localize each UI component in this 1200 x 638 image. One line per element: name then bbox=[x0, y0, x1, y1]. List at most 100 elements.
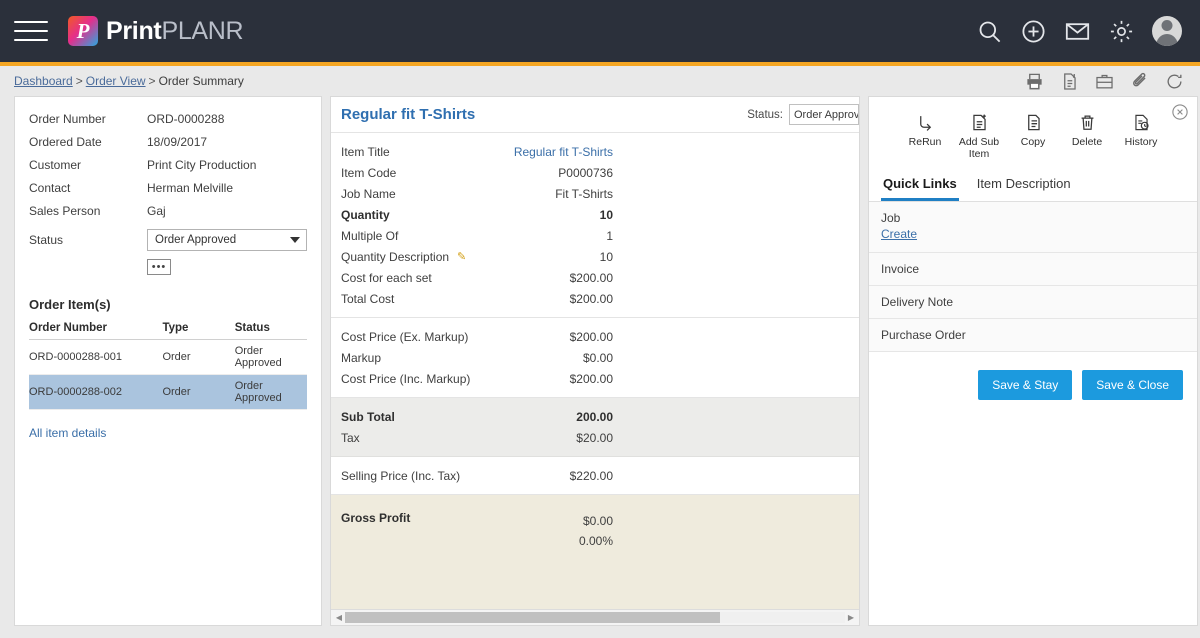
brand-logo[interactable]: P PrintPLANR bbox=[68, 16, 244, 46]
scrollbar-track[interactable] bbox=[345, 612, 845, 623]
detail-label: Quantity bbox=[341, 207, 390, 222]
item-status-select[interactable]: Order Approv bbox=[789, 104, 859, 125]
table-row[interactable]: ORD-0000288-001 Order Order Approved bbox=[29, 339, 307, 375]
settings-gear-icon[interactable] bbox=[1108, 18, 1135, 45]
rerun-button[interactable]: ReRun bbox=[903, 111, 947, 160]
detail-row: Cost for each set $200.00 bbox=[331, 267, 859, 288]
item-title-link[interactable]: Regular fit T-Shirts bbox=[493, 145, 613, 159]
cell-status: Order Approved bbox=[234, 374, 307, 410]
pencil-edit-icon[interactable]: ✎ bbox=[457, 250, 466, 263]
item-status-group: Status: Order Approv bbox=[747, 104, 859, 125]
item-status-label: Status: bbox=[747, 108, 783, 121]
field-label: Customer bbox=[29, 158, 82, 172]
scroll-left-arrow-icon[interactable]: ◀ bbox=[333, 613, 345, 622]
history-label: History bbox=[1124, 136, 1158, 148]
breadcrumb-current: Order Summary bbox=[158, 74, 244, 88]
cost-label: Cost Price (Inc. Markup) bbox=[341, 371, 471, 386]
cost-row: Cost Price (Inc. Markup) $200.00 bbox=[331, 368, 859, 389]
tab-item-description[interactable]: Item Description bbox=[975, 172, 1073, 201]
all-item-details-link[interactable]: All item details bbox=[29, 426, 106, 440]
scrollbar-thumb[interactable] bbox=[345, 612, 720, 623]
panel-action-group: ReRun Add Sub Item Copy Delete History bbox=[869, 97, 1197, 166]
breadcrumb-order-view[interactable]: Order View bbox=[86, 74, 146, 88]
save-and-stay-button[interactable]: Save & Stay bbox=[978, 370, 1073, 400]
cost-price-group: Cost Price (Ex. Markup) $200.00 Markup $… bbox=[331, 318, 859, 398]
print-icon[interactable] bbox=[1025, 72, 1044, 91]
tab-quick-links[interactable]: Quick Links bbox=[881, 172, 959, 201]
selling-price-label: Selling Price (Inc. Tax) bbox=[341, 468, 461, 483]
close-circle-icon[interactable] bbox=[1171, 103, 1189, 121]
order-items-title: Order Item(s) bbox=[29, 297, 111, 312]
history-button[interactable]: History bbox=[1119, 111, 1163, 160]
refresh-icon[interactable] bbox=[1165, 72, 1184, 91]
brand-name-first: Print bbox=[106, 16, 162, 45]
column-header-status: Status bbox=[234, 319, 307, 340]
detail-label: Cost for each set bbox=[341, 270, 432, 285]
field-value: ORD-0000288 bbox=[147, 112, 225, 126]
detail-label: Item Code bbox=[341, 165, 397, 180]
scroll-right-arrow-icon[interactable]: ▶ bbox=[845, 613, 857, 622]
field-label: Sales Person bbox=[29, 204, 101, 218]
order-fields: Order Number ORD-0000288 Ordered Date 18… bbox=[29, 111, 307, 219]
save-and-close-button[interactable]: Save & Close bbox=[1082, 370, 1183, 400]
order-field-row: Order Number ORD-0000288 bbox=[29, 111, 307, 127]
detail-row: Item Code P0000736 bbox=[331, 162, 859, 183]
gross-profit-label: Gross Profit bbox=[341, 511, 411, 525]
detail-label: Multiple Of bbox=[341, 228, 399, 243]
add-sub-item-label: Add Sub Item bbox=[958, 136, 1000, 160]
cell-status: Order Approved bbox=[234, 339, 307, 375]
breadcrumb-dashboard[interactable]: Dashboard bbox=[14, 74, 73, 88]
field-value: Print City Production bbox=[147, 158, 257, 172]
header-icon-group bbox=[976, 16, 1182, 46]
add-sub-item-button[interactable]: Add Sub Item bbox=[957, 111, 1001, 160]
column-header-type: Type bbox=[162, 319, 235, 340]
detail-value: 10 bbox=[599, 207, 613, 222]
breadcrumb-separator-2: > bbox=[148, 74, 156, 88]
detail-row: Item Title Regular fit T-Shirts bbox=[331, 141, 859, 162]
order-status-select[interactable]: Order Approved bbox=[147, 229, 307, 251]
create-job-link[interactable]: Create bbox=[881, 227, 917, 241]
table-row[interactable]: ORD-0000288-002 Order Order Approved bbox=[29, 374, 307, 410]
quick-link-purchase-order[interactable]: Purchase Order bbox=[869, 319, 1197, 352]
tax-row: Tax $20.00 bbox=[331, 427, 859, 448]
selling-price-row: Selling Price (Inc. Tax) $220.00 bbox=[331, 465, 859, 486]
search-icon[interactable] bbox=[976, 18, 1003, 45]
quick-link-delivery-note[interactable]: Delivery Note bbox=[869, 286, 1197, 319]
panel-save-bar: Save & Stay Save & Close bbox=[869, 352, 1197, 400]
field-value: Herman Melville bbox=[147, 181, 234, 195]
horizontal-scrollbar[interactable]: ◀ ▶ bbox=[331, 609, 859, 625]
delete-button[interactable]: Delete bbox=[1065, 111, 1109, 160]
order-items-table: Order Number Type Status ORD-0000288-001… bbox=[29, 319, 307, 410]
cost-value: $200.00 bbox=[569, 371, 613, 386]
detail-value: Fit T-Shirts bbox=[555, 186, 613, 201]
more-options-button[interactable]: ••• bbox=[147, 259, 171, 275]
detail-value: P0000736 bbox=[558, 165, 613, 180]
selling-price-group: Selling Price (Inc. Tax) $220.00 bbox=[331, 457, 859, 495]
breadcrumb-bar: Dashboard > Order View > Order Summary bbox=[0, 66, 1200, 96]
quick-link-title: Delivery Note bbox=[881, 295, 954, 309]
briefcase-icon[interactable] bbox=[1095, 72, 1114, 91]
field-label: Order Number bbox=[29, 112, 106, 126]
subtotal-value: 200.00 bbox=[576, 409, 613, 424]
cost-row: Markup $0.00 bbox=[331, 347, 859, 368]
brand-name-second: PLANR bbox=[161, 16, 244, 45]
hamburger-menu-icon[interactable] bbox=[14, 18, 48, 44]
attachment-icon[interactable] bbox=[1130, 72, 1149, 91]
detail-label: Quantity Description bbox=[341, 249, 450, 264]
detail-row: Job Name Fit T-Shirts bbox=[331, 183, 859, 204]
order-field-row: Ordered Date 18/09/2017 bbox=[29, 134, 307, 150]
subtotal-label: Sub Total bbox=[341, 409, 395, 424]
copy-button[interactable]: Copy bbox=[1011, 111, 1055, 160]
order-field-row: Customer Print City Production bbox=[29, 157, 307, 173]
trash-delete-icon bbox=[1065, 111, 1109, 133]
new-document-icon[interactable] bbox=[1060, 72, 1079, 91]
table-header-row: Order Number Type Status bbox=[29, 319, 307, 340]
detail-row: Multiple Of 1 bbox=[331, 225, 859, 246]
order-field-row: Sales Person Gaj bbox=[29, 203, 307, 219]
mail-icon[interactable] bbox=[1064, 18, 1091, 45]
main-content: Order Number ORD-0000288 Ordered Date 18… bbox=[0, 96, 1200, 638]
quick-link-invoice[interactable]: Invoice bbox=[869, 253, 1197, 286]
detail-value: $200.00 bbox=[569, 291, 613, 306]
add-circle-icon[interactable] bbox=[1020, 18, 1047, 45]
user-avatar-icon[interactable] bbox=[1152, 16, 1182, 46]
